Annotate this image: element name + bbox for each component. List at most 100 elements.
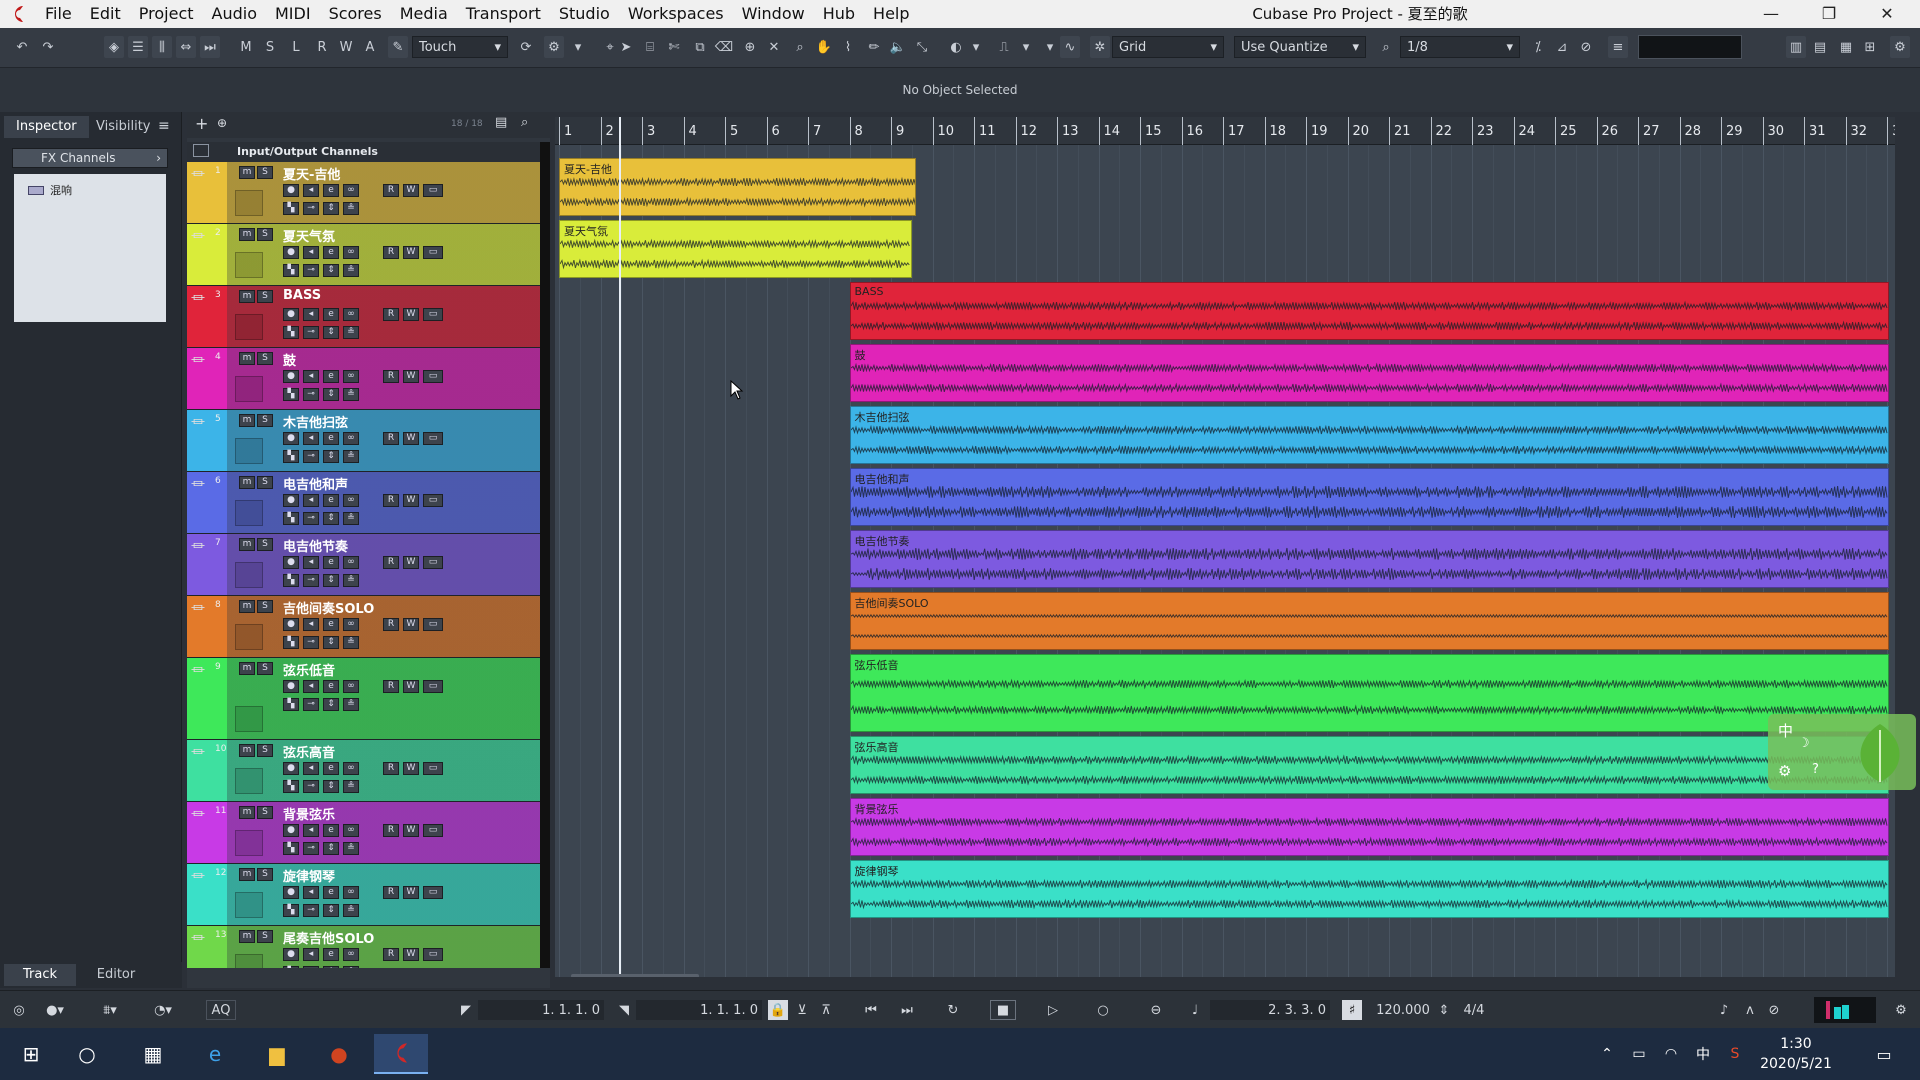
- midi-in-icon[interactable]: ʌ: [1740, 1000, 1760, 1020]
- zoom-tool-icon[interactable]: ⊕: [740, 36, 760, 58]
- write-automation-button[interactable]: W: [403, 618, 419, 631]
- monitor-button[interactable]: ◂: [303, 370, 319, 383]
- record-enable-button[interactable]: ●: [283, 948, 299, 961]
- right-zone-icon[interactable]: ▦: [1836, 36, 1856, 58]
- timebase-button[interactable]: ⊸: [303, 698, 319, 711]
- draw-tool-icon[interactable]: ✏: [864, 36, 884, 58]
- record-enable-button[interactable]: ●: [283, 308, 299, 321]
- close-button[interactable]: ✕: [1858, 0, 1916, 28]
- write-automation-button[interactable]: W: [403, 246, 419, 259]
- write-automation-button[interactable]: W: [403, 432, 419, 445]
- folder-button[interactable]: ▚: [283, 388, 299, 401]
- mute-button[interactable]: m: [239, 744, 255, 757]
- menu-workspaces[interactable]: Workspaces: [619, 0, 733, 28]
- record-enable-button[interactable]: ●: [283, 824, 299, 837]
- write-automation-button[interactable]: W: [403, 308, 419, 321]
- edit-channel-button[interactable]: e: [323, 494, 339, 507]
- mute-button[interactable]: m: [239, 538, 255, 551]
- timebase-button[interactable]: ⊸: [303, 842, 319, 855]
- quantize-apply-icon[interactable]: ⊿: [1552, 36, 1572, 58]
- track-row[interactable]: ⏛ 11 m S 背景弦乐 ● ◂ e ∞ R W ▭ ▚ ⊸ ⇕ ≗: [187, 802, 540, 864]
- lock-button[interactable]: ∞: [343, 948, 359, 961]
- snap-type-dropdown[interactable]: Grid ▾: [1112, 36, 1224, 58]
- autopunch-icon[interactable]: ⊖: [1144, 1000, 1168, 1020]
- read-automation-button[interactable]: R: [383, 824, 399, 837]
- freeze-button[interactable]: ⇕: [323, 450, 339, 463]
- write-automation-button[interactable]: W: [403, 824, 419, 837]
- write-automation-button[interactable]: W: [403, 184, 419, 197]
- gear-icon[interactable]: ⚙: [1890, 1000, 1912, 1020]
- timebase-button[interactable]: ⊸: [303, 904, 319, 917]
- channel-config-button[interactable]: ≗: [343, 966, 359, 968]
- folder-button[interactable]: ▚: [283, 512, 299, 525]
- go-to-start-icon[interactable]: ⏮: [858, 1000, 884, 1020]
- edit-channel-button[interactable]: e: [323, 762, 339, 775]
- channel-config-button[interactable]: ≗: [343, 698, 359, 711]
- read-automation-button[interactable]: R: [383, 308, 399, 321]
- grid-type-dropdown[interactable]: Use Quantize ▾: [1234, 36, 1366, 58]
- menu-window[interactable]: Window: [733, 0, 814, 28]
- freeze-button[interactable]: ⇕: [323, 636, 339, 649]
- timebase-button[interactable]: ⊸: [303, 450, 319, 463]
- track-name[interactable]: 弦乐高音: [283, 742, 335, 761]
- read-automation-button[interactable]: R: [383, 948, 399, 961]
- freeze-button[interactable]: ⇕: [323, 326, 339, 339]
- record-enable-button[interactable]: ●: [283, 618, 299, 631]
- lock-button[interactable]: ∞: [343, 618, 359, 631]
- ime-widget[interactable]: 中 ☽ ⚙ ?: [1768, 714, 1916, 790]
- powerpoint-icon[interactable]: ●: [312, 1034, 366, 1074]
- punch-out-icon[interactable]: ⊼: [816, 1000, 836, 1020]
- snap-to-zero-icon[interactable]: ∿: [1060, 36, 1080, 58]
- undo-icon[interactable]: ↶: [12, 36, 32, 58]
- tracks-icon[interactable]: ≡: [1608, 36, 1628, 58]
- audio-event[interactable]: 背景弦乐: [849, 798, 1889, 856]
- track-name[interactable]: BASS: [283, 288, 321, 303]
- record-enable-button[interactable]: ●: [283, 494, 299, 507]
- monitor-button[interactable]: ◂: [303, 948, 319, 961]
- add-track-icon[interactable]: +: [195, 114, 208, 133]
- fx-channels-folder[interactable]: FX Channels ›: [12, 148, 168, 168]
- chevron-down-icon[interactable]: ▾: [1016, 36, 1036, 58]
- write-automation-button[interactable]: W: [403, 556, 419, 569]
- restore-button[interactable]: ❐: [1800, 0, 1858, 28]
- edit-channel-button[interactable]: e: [323, 556, 339, 569]
- cubase-logo-icon[interactable]: [0, 0, 36, 28]
- lock-button[interactable]: ∞: [343, 184, 359, 197]
- search-icon[interactable]: ⌕: [521, 115, 528, 130]
- monitor-button[interactable]: ◂: [303, 246, 319, 259]
- timebase-button[interactable]: ⊸: [303, 512, 319, 525]
- quantize-icon[interactable]: ⌕: [1376, 36, 1396, 58]
- channel-config-button[interactable]: ≗: [343, 842, 359, 855]
- lanes-button[interactable]: ▭: [423, 184, 443, 197]
- track-name[interactable]: 木吉他扫弦: [283, 412, 348, 431]
- solo-button[interactable]: S: [257, 290, 273, 303]
- freeze-button[interactable]: ⇕: [323, 904, 339, 917]
- mute-button[interactable]: m: [239, 290, 255, 303]
- rack-icon[interactable]: ⊞: [1860, 36, 1880, 58]
- lanes-button[interactable]: ▭: [423, 824, 443, 837]
- moon-icon[interactable]: ☽: [1798, 736, 1810, 751]
- channel-config-button[interactable]: ≗: [343, 636, 359, 649]
- audio-event[interactable]: BASS: [849, 282, 1889, 340]
- monitor-button[interactable]: ◂: [303, 184, 319, 197]
- menu-scores[interactable]: Scores: [320, 0, 391, 28]
- channel-config-button[interactable]: ≗: [343, 574, 359, 587]
- write-automation-button[interactable]: W: [403, 370, 419, 383]
- stop-icon[interactable]: ■: [990, 1000, 1016, 1020]
- automation-mode-button[interactable]: A: [360, 36, 380, 58]
- folder-button[interactable]: ▚: [283, 698, 299, 711]
- gear-icon[interactable]: ⚙: [1890, 36, 1910, 58]
- fx-channel-item[interactable]: 混响: [28, 182, 72, 198]
- left-locator-icon[interactable]: ◤: [456, 1000, 476, 1020]
- record-icon[interactable]: ○: [1090, 1000, 1116, 1020]
- cubase-taskbar-icon[interactable]: [374, 1034, 428, 1074]
- tab-track[interactable]: Track: [4, 964, 76, 986]
- write-automation-button[interactable]: W: [403, 494, 419, 507]
- split-tool-icon[interactable]: ✄: [664, 36, 684, 58]
- freeze-button[interactable]: ⇕: [323, 388, 339, 401]
- audio-event[interactable]: 木吉他扫弦: [849, 406, 1889, 464]
- windows-start-icon[interactable]: ⊞: [4, 1034, 58, 1074]
- mute-button[interactable]: m: [239, 868, 255, 881]
- solo-button[interactable]: S: [257, 806, 273, 819]
- mute-mode-button[interactable]: M: [236, 36, 256, 58]
